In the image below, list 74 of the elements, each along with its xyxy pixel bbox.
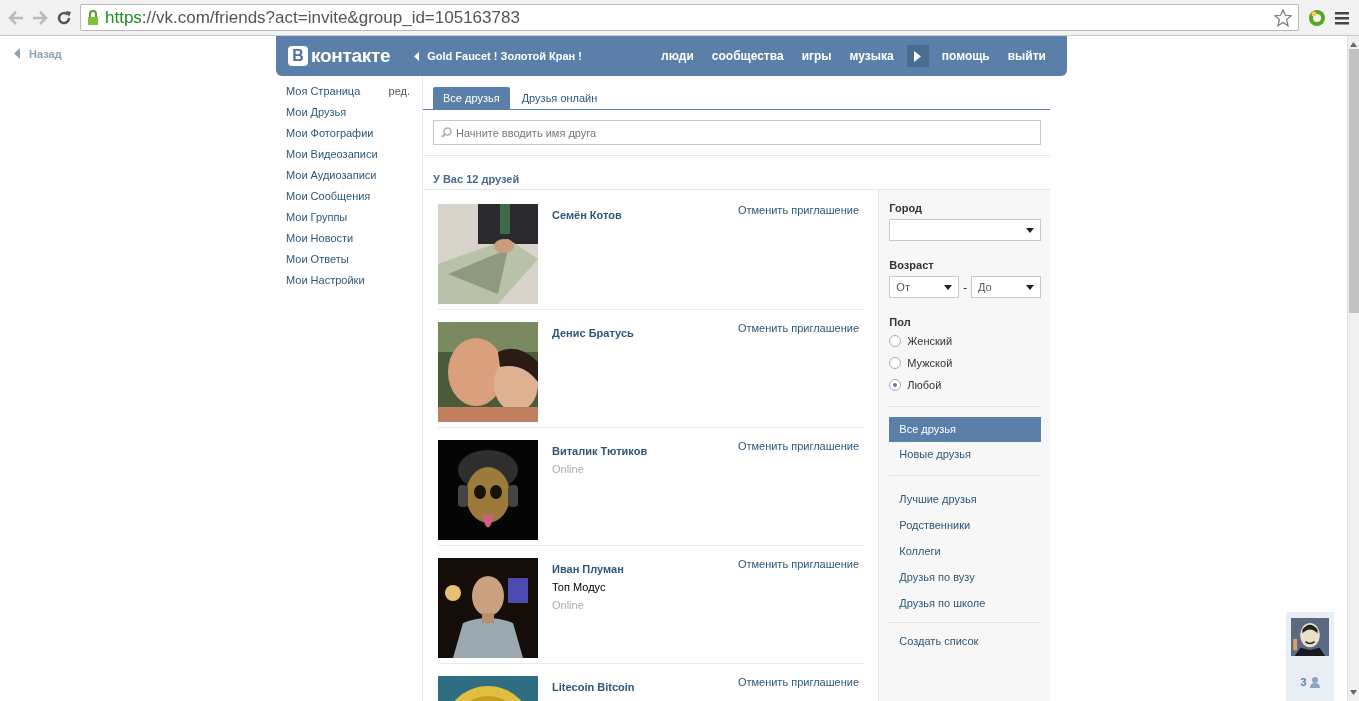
menu-link[interactable]: Мои Фотографии	[286, 123, 374, 144]
tab[interactable]: Друзья онлайн	[511, 87, 608, 109]
extension-icon[interactable]	[1307, 7, 1327, 28]
list-item[interactable]: Новые друзья	[889, 442, 1041, 467]
cancel-invite-link[interactable]: Отменить приглашение	[737, 320, 865, 334]
filter-label: Город	[889, 202, 923, 214]
friend-name[interactable]: Litecoin Bitcoin	[552, 681, 738, 693]
dash: -	[963, 281, 967, 293]
menu-icon[interactable]	[1335, 10, 1351, 25]
dropdown-caret-icon	[1026, 227, 1034, 233]
radio-option[interactable]: Любой	[889, 374, 1041, 396]
logo[interactable]: В контакте	[288, 45, 391, 67]
menu-link[interactable]: Моя Страница	[286, 81, 361, 102]
play-arrow-icon	[914, 50, 922, 62]
list-item[interactable]: Все друзья	[889, 417, 1041, 442]
person-icon	[1309, 676, 1320, 688]
group-link[interactable]: Gold Faucet ! Золотой Кран !	[427, 50, 582, 62]
create-list-link[interactable]: Создать список	[889, 629, 1041, 654]
age-to-dropdown[interactable]: До	[971, 276, 1041, 298]
menu-link[interactable]: Мои Сообщения	[286, 186, 371, 207]
list-item[interactable]: Друзья по школе	[889, 590, 1041, 616]
radio-option[interactable]: Мужской	[889, 352, 1041, 374]
nav-link[interactable]: сообщества	[702, 49, 793, 63]
dropdown-caret-icon	[944, 284, 953, 290]
back-arrow-icon	[14, 48, 20, 59]
radio-button[interactable]	[889, 335, 902, 347]
filter-label: Возраст	[889, 259, 935, 271]
online-status: Online	[552, 599, 585, 611]
nav-link[interactable]: выйти	[998, 49, 1055, 63]
scroll-down-icon[interactable]	[1350, 690, 1357, 695]
menu-link[interactable]: Мои Ответы	[286, 249, 349, 270]
friend-name[interactable]: Виталик Тютиков	[552, 445, 738, 457]
friend-name[interactable]: Денис Братусь	[552, 327, 738, 339]
menu-link[interactable]: Мои Видеозаписи	[286, 144, 378, 165]
address-bar[interactable]: https://vk.com/friends?act=invite&group_id=105163783	[80, 4, 1299, 31]
cancel-invite-link[interactable]: Отменить приглашение	[737, 202, 865, 216]
menu-link[interactable]: Мои Новости	[286, 228, 354, 249]
menu-link[interactable]: Мои Группы	[286, 207, 348, 228]
cancel-invite-link[interactable]: Отменить приглашение	[737, 674, 865, 688]
radio-option[interactable]: Женский	[889, 330, 1041, 352]
tab[interactable]: Все друзья	[433, 87, 510, 109]
cancel-invite-link[interactable]: Отменить приглашение	[737, 556, 865, 570]
menu-link[interactable]: Мои Настройки	[286, 270, 365, 291]
friend-name[interactable]: Иван Плуман	[552, 563, 738, 575]
friend-subtitle: Топ Модус	[552, 581, 607, 593]
list-item[interactable]: Родственники	[889, 512, 1041, 538]
lock-icon	[87, 10, 99, 25]
list-item[interactable]: Друзья по вузу	[889, 564, 1041, 590]
back-arrow-icon	[414, 51, 420, 61]
nav-link[interactable]: игры	[792, 49, 841, 63]
reload-icon[interactable]	[56, 9, 72, 26]
online-status: Online	[552, 463, 585, 475]
radio-button[interactable]	[889, 379, 902, 391]
radio-button[interactable]	[889, 357, 902, 369]
online-count: 3	[1300, 676, 1307, 688]
filter-label: Пол	[889, 316, 912, 328]
search-field[interactable]: Начните вводить имя друга	[433, 120, 1041, 145]
list-item[interactable]: Коллеги	[889, 538, 1041, 564]
age-from-dropdown[interactable]: От	[889, 276, 960, 298]
nav-link[interactable]: музыка	[840, 49, 903, 63]
scroll-up-icon[interactable]	[1350, 42, 1357, 47]
friend-name[interactable]: Семён Котов	[552, 209, 738, 221]
more-button[interactable]	[906, 45, 929, 67]
scrollbar[interactable]	[1347, 36, 1359, 701]
cancel-invite-link[interactable]: Отменить приглашение	[737, 438, 865, 452]
edit-link[interactable]: ред.	[388, 81, 410, 102]
nav-link[interactable]: помощь	[932, 49, 999, 63]
url-text: https://vk.com/friends?act=invite&group_id=105163783	[105, 7, 520, 28]
list-item[interactable]: Лучшие друзья	[889, 486, 1041, 512]
dropdown-caret-icon	[1026, 284, 1034, 290]
star-icon[interactable]	[1274, 8, 1292, 27]
menu-link[interactable]: Мои Друзья	[286, 102, 347, 123]
nav-link[interactable]: люди	[652, 49, 703, 63]
menu-link[interactable]: Мои Аудиозаписи	[286, 165, 377, 186]
